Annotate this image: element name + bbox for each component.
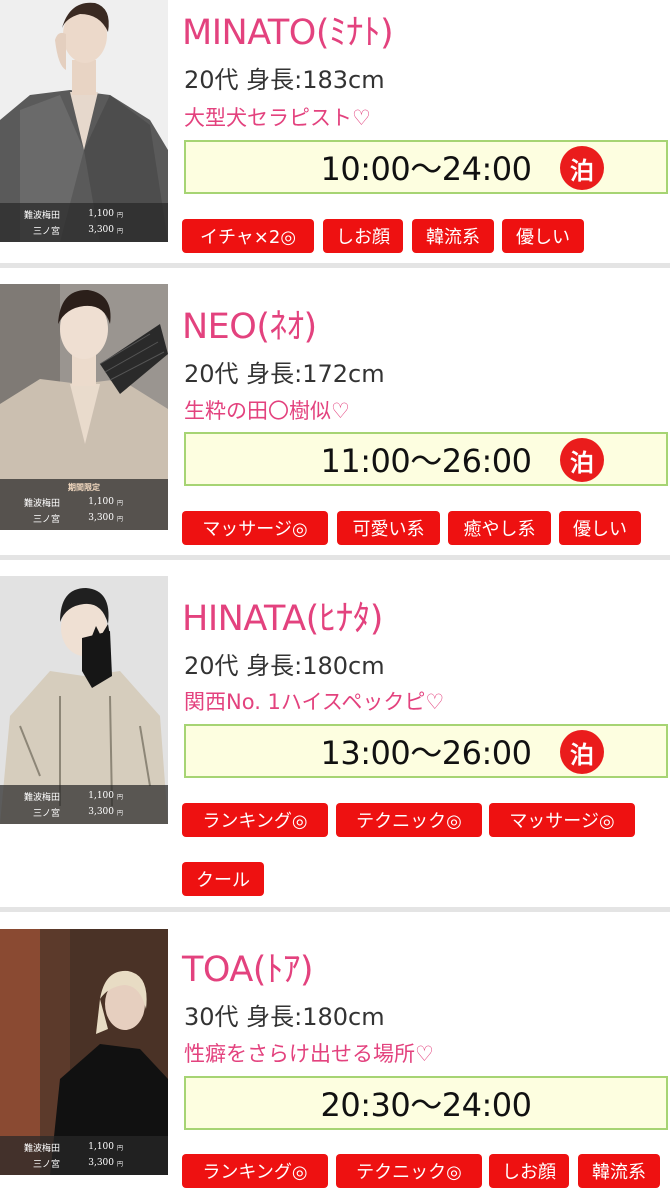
working-hours: 13:00〜26:00 xyxy=(320,734,532,772)
price-value: 3,300 xyxy=(88,1158,114,1168)
price-area: 難波梅田 xyxy=(23,792,60,803)
tag[interactable]: テクニック◎ xyxy=(336,1154,482,1188)
catchphrase: 性癖をさらけ出せる場所♡ xyxy=(184,1042,434,1066)
therapist-name[interactable]: MINATO(ﾐﾅﾄ) xyxy=(182,4,394,55)
price-unit: 円 xyxy=(117,793,124,801)
tag[interactable]: 癒やし系 xyxy=(448,511,551,545)
age-height: 20代 身長:183cm xyxy=(184,66,385,94)
price-value: 3,300 xyxy=(88,513,114,523)
price-row: 難波梅田 1,100 円 xyxy=(0,494,168,510)
price-overlay: 期間限定 難波梅田 1,100 円 三ノ宮 3,300 円 xyxy=(0,479,168,530)
tag[interactable]: イチャ×2◎ xyxy=(182,219,314,253)
price-overlay: 難波梅田 1,100 円 三ノ宮 3,300 円 xyxy=(0,785,168,824)
price-row: 三ノ宮 3,300 円 xyxy=(0,1155,168,1171)
price-value: 1,100 xyxy=(88,791,114,801)
price-row: 三ノ宮 3,300 円 xyxy=(0,510,168,526)
price-unit: 円 xyxy=(117,227,124,235)
price-value: 1,100 xyxy=(88,1142,114,1152)
price-overlay: 難波梅田 1,100 円 三ノ宮 3,300 円 xyxy=(0,1136,168,1175)
overnight-badge: 泊 xyxy=(560,146,604,190)
therapist-card-toa[interactable]: 難波梅田 1,100 円 三ノ宮 3,300 円 TOA(ﾄｱ) 30代 身長:… xyxy=(0,929,670,1200)
catchphrase: 大型犬セラピスト♡ xyxy=(184,106,371,130)
price-row: 三ノ宮 3,300 円 xyxy=(0,222,168,238)
tag[interactable]: 可愛い系 xyxy=(337,511,440,545)
tag[interactable]: しお顔 xyxy=(323,219,403,253)
card-divider xyxy=(0,263,670,268)
age-height: 30代 身長:180cm xyxy=(184,1003,385,1031)
catchphrase: 関西No. 1ハイスペックピ♡ xyxy=(184,690,445,714)
price-area: 三ノ宮 xyxy=(32,808,60,819)
therapist-name[interactable]: NEO(ﾈｵ) xyxy=(182,298,317,349)
price-area: 難波梅田 xyxy=(23,1143,60,1154)
therapist-card-hinata[interactable]: 難波梅田 1,100 円 三ノ宮 3,300 円 HINATA(ﾋﾅﾀ) 20代… xyxy=(0,576,670,906)
tag[interactable]: しお顔 xyxy=(489,1154,569,1188)
price-area: 三ノ宮 xyxy=(32,514,60,525)
therapist-name[interactable]: TOA(ﾄｱ) xyxy=(182,941,314,992)
price-value: 1,100 xyxy=(88,497,114,507)
working-hours-box: 13:00〜26:00 泊 xyxy=(184,724,668,778)
price-row: 難波梅田 1,100 円 xyxy=(0,788,168,804)
working-hours-box: 11:00〜26:00 泊 xyxy=(184,432,668,486)
price-unit: 円 xyxy=(117,211,124,219)
overnight-badge: 泊 xyxy=(560,438,604,482)
therapist-card-neo[interactable]: 期間限定 難波梅田 1,100 円 三ノ宮 3,300 円 NEO(ﾈｵ) 20… xyxy=(0,284,670,554)
price-area: 三ノ宮 xyxy=(32,1159,60,1170)
price-area: 難波梅田 xyxy=(23,210,60,221)
therapist-card-minato[interactable]: 難波梅田 1,100 円 三ノ宮 3,300 円 MINATO(ﾐﾅﾄ) 20代… xyxy=(0,0,670,262)
tag[interactable]: 韓流系 xyxy=(412,219,494,253)
working-hours-box: 20:30〜24:00 xyxy=(184,1076,668,1130)
working-hours-box: 10:00〜24:00 泊 xyxy=(184,140,668,194)
working-hours: 10:00〜24:00 xyxy=(320,150,532,188)
card-divider xyxy=(0,907,670,912)
working-hours: 11:00〜26:00 xyxy=(320,442,532,480)
price-value: 3,300 xyxy=(88,807,114,817)
price-unit: 円 xyxy=(117,515,124,523)
tag[interactable]: テクニック◎ xyxy=(336,803,482,837)
age-height: 20代 身長:172cm xyxy=(184,360,385,388)
price-row: 難波梅田 1,100 円 xyxy=(0,206,168,222)
price-unit: 円 xyxy=(117,1144,124,1152)
price-area: 難波梅田 xyxy=(23,498,60,509)
tag[interactable]: ランキング◎ xyxy=(182,803,328,837)
age-height: 20代 身長:180cm xyxy=(184,652,385,680)
tag[interactable]: マッサージ◎ xyxy=(489,803,635,837)
tag[interactable]: ランキング◎ xyxy=(182,1154,328,1188)
catchphrase: 生粋の田〇樹似♡ xyxy=(184,399,350,423)
therapist-photo[interactable]: 難波梅田 1,100 円 三ノ宮 3,300 円 xyxy=(0,0,168,242)
overnight-badge: 泊 xyxy=(560,730,604,774)
price-overlay: 難波梅田 1,100 円 三ノ宮 3,300 円 xyxy=(0,203,168,242)
limited-label: 期間限定 xyxy=(68,482,100,492)
therapist-photo[interactable]: 難波梅田 1,100 円 三ノ宮 3,300 円 xyxy=(0,929,168,1175)
therapist-name[interactable]: HINATA(ﾋﾅﾀ) xyxy=(182,590,383,641)
price-row: 三ノ宮 3,300 円 xyxy=(0,804,168,820)
therapist-photo[interactable]: 期間限定 難波梅田 1,100 円 三ノ宮 3,300 円 xyxy=(0,284,168,530)
tag[interactable]: 韓流系 xyxy=(578,1154,660,1188)
price-value: 1,100 xyxy=(88,209,114,219)
price-unit: 円 xyxy=(117,809,124,817)
therapist-photo[interactable]: 難波梅田 1,100 円 三ノ宮 3,300 円 xyxy=(0,576,168,824)
price-area: 三ノ宮 xyxy=(32,226,60,237)
price-row: 難波梅田 1,100 円 xyxy=(0,1139,168,1155)
price-value: 3,300 xyxy=(88,225,114,235)
working-hours: 20:30〜24:00 xyxy=(320,1086,532,1124)
tag[interactable]: 優しい xyxy=(559,511,641,545)
price-unit: 円 xyxy=(117,1160,124,1168)
tag[interactable]: クール xyxy=(182,862,264,896)
tag[interactable]: マッサージ◎ xyxy=(182,511,328,545)
tag[interactable]: 優しい xyxy=(502,219,584,253)
price-unit: 円 xyxy=(117,499,124,507)
card-divider xyxy=(0,555,670,560)
